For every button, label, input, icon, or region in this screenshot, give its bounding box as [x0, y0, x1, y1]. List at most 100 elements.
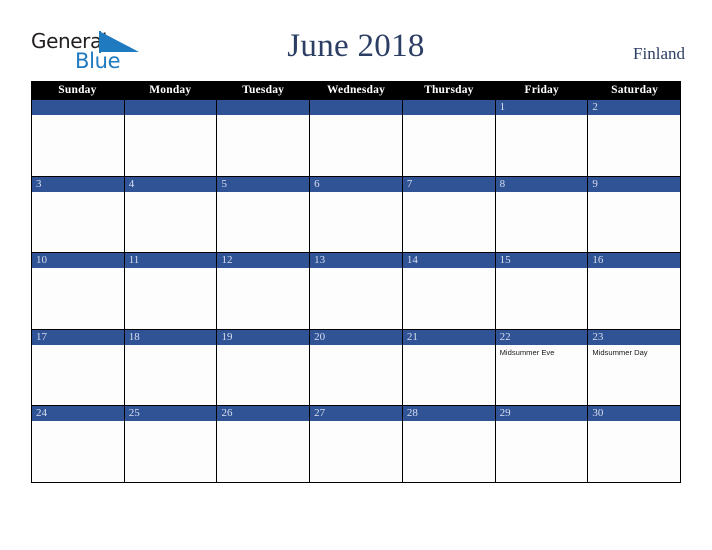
calendar-day-cell-empty[interactable]: [310, 100, 403, 176]
calendar-day-cell[interactable]: 2: [588, 100, 682, 176]
calendar-event[interactable]: Midsummer Day: [592, 348, 678, 358]
calendar-day-cell[interactable]: 19: [217, 329, 311, 406]
day-events: [32, 115, 124, 176]
calendar-day-cell[interactable]: 24: [32, 406, 125, 482]
calendar-day-cell[interactable]: 16: [588, 253, 682, 329]
day-number: [217, 100, 310, 115]
calendar-day-cell[interactable]: 14: [402, 253, 496, 329]
day-events: [125, 115, 217, 176]
calendar-day-cell[interactable]: 6: [310, 176, 403, 253]
calendar-day-cell[interactable]: 12: [217, 253, 311, 329]
calendar-day-cell[interactable]: 18: [124, 329, 218, 406]
calendar-grid: Sunday Monday Tuesday Wednesday Thursday…: [31, 81, 682, 483]
calendar-day-cell[interactable]: 23 Midsummer Day: [588, 329, 682, 406]
day-events: [32, 192, 124, 253]
calendar-day-cell[interactable]: 15: [495, 253, 589, 329]
day-events: [588, 192, 680, 253]
day-number: [32, 100, 124, 115]
calendar-day-cell[interactable]: 7: [402, 176, 496, 253]
day-number: 10: [32, 253, 124, 269]
day-events: [217, 268, 309, 329]
day-events: [125, 192, 217, 253]
calendar-day-cell[interactable]: 25: [124, 406, 218, 482]
day-header-monday: Monday: [149, 84, 192, 96]
day-events: [32, 268, 124, 329]
calendar-day-cell[interactable]: 10: [32, 253, 125, 329]
day-events: [403, 115, 495, 176]
calendar-day-cell[interactable]: 20: [310, 329, 403, 406]
day-number: 9: [588, 176, 681, 192]
calendar-weeks: 1 2 3 4 5 6 7 8 9 10 11 12 13 14 15 16 17 18 19 20 21 22 Midsu…: [31, 100, 682, 483]
day-number: 2: [588, 100, 681, 115]
calendar-week-row: 12: [31, 100, 682, 177]
day-events: [588, 268, 680, 329]
page-title: June 2018: [287, 28, 425, 64]
day-number: 29: [495, 406, 588, 422]
calendar-day-cell[interactable]: 28: [402, 406, 496, 482]
day-events: [588, 421, 680, 482]
day-number: 5: [217, 176, 310, 192]
day-number: 27: [310, 406, 402, 422]
calendar-event[interactable]: Midsummer Eve: [500, 348, 586, 358]
calendar-week-row: 10 11 12 13 14 15 16: [31, 253, 682, 330]
calendar-day-cell[interactable]: 3: [32, 176, 125, 253]
day-events: [403, 268, 495, 329]
day-events: [32, 345, 124, 406]
day-number: 3: [32, 176, 124, 192]
calendar-day-cell-empty[interactable]: [32, 100, 125, 176]
calendar-week-row: 17 18 19 20 21 22 Midsummer Eve 23 Midsummer Day: [31, 329, 682, 407]
day-number: 30: [588, 406, 681, 422]
day-of-week-header-row: Sunday Monday Tuesday Wednesday Thursday…: [31, 81, 681, 100]
day-number: 11: [124, 253, 217, 269]
day-number: 19: [217, 329, 310, 345]
day-events: [403, 421, 495, 482]
day-number: 13: [310, 253, 402, 269]
day-events: [403, 345, 495, 406]
day-number: 17: [32, 329, 124, 345]
calendar-day-cell[interactable]: 8: [495, 176, 589, 253]
day-events: Midsummer Eve: [496, 345, 588, 406]
day-number: 14: [402, 253, 495, 269]
day-number: 28: [402, 406, 495, 422]
calendar-day-cell[interactable]: 4: [124, 176, 218, 253]
day-header-sunday: Sunday: [58, 84, 97, 96]
calendar-day-cell[interactable]: 22 Midsummer Eve: [495, 329, 589, 406]
day-number: 21: [402, 329, 495, 345]
country-label: Finland: [633, 44, 685, 63]
day-number: 6: [310, 176, 402, 192]
calendar-day-cell-empty[interactable]: [124, 100, 218, 176]
day-events: [217, 192, 309, 253]
day-number: 12: [217, 253, 310, 269]
day-header-tuesday: Tuesday: [242, 84, 285, 96]
calendar-day-cell[interactable]: 29: [495, 406, 589, 482]
day-number: 24: [32, 406, 124, 422]
day-events: [403, 192, 495, 253]
calendar-day-cell[interactable]: 13: [310, 253, 403, 329]
calendar-day-cell[interactable]: 26: [217, 406, 311, 482]
day-number: 18: [124, 329, 217, 345]
page-header: General Blue June 2018 Finland: [0, 0, 712, 78]
day-number: [124, 100, 217, 115]
calendar-day-cell[interactable]: 11: [124, 253, 218, 329]
calendar-day-cell[interactable]: 30: [588, 406, 682, 482]
day-events: [588, 115, 680, 176]
calendar-day-cell[interactable]: 9: [588, 176, 682, 253]
day-events: [217, 115, 309, 176]
calendar-day-cell-empty[interactable]: [217, 100, 311, 176]
day-events: [32, 421, 124, 482]
day-events: [310, 268, 402, 329]
day-number: 20: [310, 329, 402, 345]
calendar-day-cell[interactable]: 17: [32, 329, 125, 406]
day-events: [310, 192, 402, 253]
day-events: [496, 421, 588, 482]
day-number: [310, 100, 402, 115]
day-number: 8: [495, 176, 588, 192]
calendar-day-cell[interactable]: 1: [495, 100, 589, 176]
day-number: 26: [217, 406, 310, 422]
calendar-day-cell[interactable]: 5: [217, 176, 311, 253]
day-events: [125, 421, 217, 482]
calendar-day-cell[interactable]: 27: [310, 406, 403, 482]
calendar-day-cell[interactable]: 21: [402, 329, 496, 406]
calendar-day-cell-empty[interactable]: [402, 100, 496, 176]
day-header-wednesday: Wednesday: [326, 84, 386, 96]
